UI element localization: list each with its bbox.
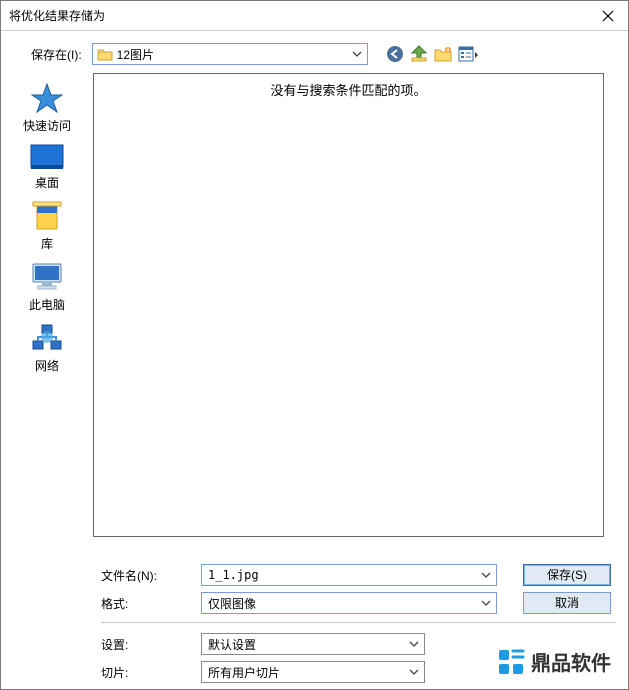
nav-toolbar bbox=[386, 45, 480, 63]
chevron-down-icon bbox=[349, 46, 365, 62]
save-in-value: 12图片 bbox=[117, 46, 154, 63]
file-list-pane[interactable]: 没有与搜索条件匹配的项。 bbox=[93, 73, 604, 537]
chevron-down-icon bbox=[478, 595, 494, 611]
places-bar: 快速访问 桌面 库 此电脑 bbox=[1, 73, 93, 558]
save-in-label: 保存在(I): bbox=[31, 46, 82, 63]
format-row: 格式: 仅限图像 取消 bbox=[101, 592, 616, 614]
filename-row: 文件名(N): 1_1.jpg 保存(S) bbox=[101, 564, 616, 586]
slices-value: 所有用户切片 bbox=[208, 664, 280, 681]
place-label: 库 bbox=[7, 235, 87, 252]
dialog-body: 快速访问 桌面 库 此电脑 bbox=[1, 73, 628, 558]
place-label: 此电脑 bbox=[7, 296, 87, 313]
filename-label: 文件名(N): bbox=[101, 567, 191, 584]
desktop-icon bbox=[7, 144, 87, 170]
chevron-down-icon bbox=[406, 636, 422, 652]
libraries-icon bbox=[7, 201, 87, 231]
divider bbox=[101, 622, 616, 623]
save-in-combo[interactable]: 12图片 bbox=[92, 43, 368, 65]
empty-message: 没有与搜索条件匹配的项。 bbox=[270, 83, 426, 98]
close-icon bbox=[602, 10, 614, 22]
place-this-pc[interactable]: 此电脑 bbox=[7, 256, 87, 317]
place-libraries[interactable]: 库 bbox=[7, 195, 87, 256]
format-value: 仅限图像 bbox=[208, 595, 256, 612]
watermark-logo-icon bbox=[497, 648, 525, 676]
back-icon[interactable] bbox=[386, 45, 404, 63]
settings-label: 设置: bbox=[101, 636, 191, 653]
quick-access-icon bbox=[7, 83, 87, 113]
new-folder-icon[interactable] bbox=[434, 46, 452, 62]
folder-icon bbox=[97, 47, 113, 61]
filename-value: 1_1.jpg bbox=[208, 568, 259, 582]
close-button[interactable] bbox=[588, 1, 628, 31]
save-button[interactable]: 保存(S) bbox=[523, 564, 611, 586]
titlebar: 将优化结果存储为 bbox=[1, 1, 628, 31]
format-combo[interactable]: 仅限图像 bbox=[201, 592, 497, 614]
view-menu-icon[interactable] bbox=[458, 46, 480, 62]
watermark-text: 鼎品软件 bbox=[531, 647, 611, 676]
format-label: 格式: bbox=[101, 595, 191, 612]
place-label: 桌面 bbox=[7, 174, 87, 191]
watermark: 鼎品软件 bbox=[489, 643, 619, 680]
network-icon bbox=[7, 323, 87, 353]
up-icon[interactable] bbox=[410, 45, 428, 63]
chevron-down-icon bbox=[406, 664, 422, 680]
place-network[interactable]: 网络 bbox=[7, 317, 87, 378]
slices-label: 切片: bbox=[101, 664, 191, 681]
place-label: 网络 bbox=[7, 357, 87, 374]
settings-value: 默认设置 bbox=[208, 636, 256, 653]
cancel-button[interactable]: 取消 bbox=[523, 592, 611, 614]
place-label: 快速访问 bbox=[7, 117, 87, 134]
place-desktop[interactable]: 桌面 bbox=[7, 138, 87, 195]
save-in-row: 保存在(I): 12图片 bbox=[1, 31, 628, 73]
this-pc-icon bbox=[7, 262, 87, 292]
slices-combo[interactable]: 所有用户切片 bbox=[201, 661, 425, 683]
save-dialog: 将优化结果存储为 保存在(I): 12图片 bbox=[0, 0, 629, 690]
settings-combo[interactable]: 默认设置 bbox=[201, 633, 425, 655]
chevron-down-icon bbox=[478, 567, 494, 583]
window-title: 将优化结果存储为 bbox=[9, 7, 105, 24]
place-quick-access[interactable]: 快速访问 bbox=[7, 77, 87, 138]
filename-input[interactable]: 1_1.jpg bbox=[201, 564, 497, 586]
